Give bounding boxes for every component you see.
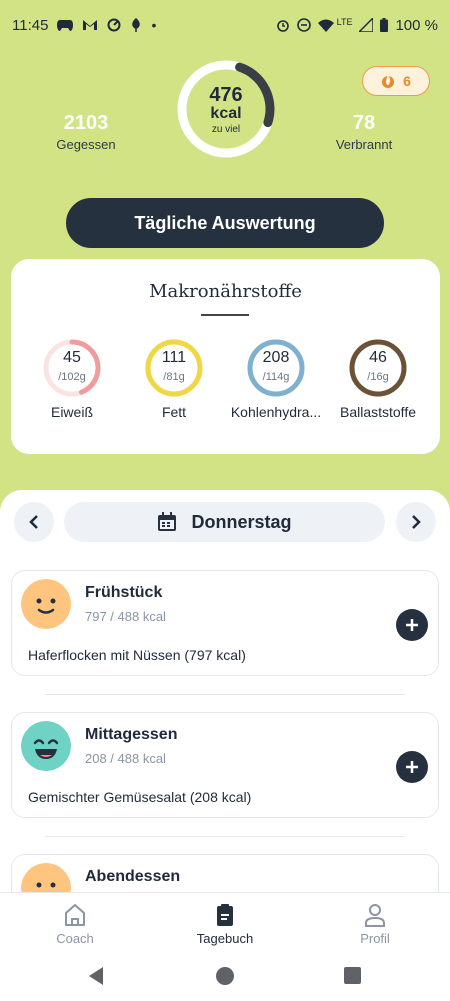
day-navigator: Donnerstag — [0, 502, 450, 542]
person-icon — [365, 904, 385, 927]
plus-icon — [406, 761, 418, 773]
calendar-icon — [158, 512, 177, 531]
game-controller-icon — [57, 20, 74, 31]
battery-icon — [380, 18, 389, 32]
carbs-value: 208 — [262, 349, 290, 366]
tab-profile[interactable]: Profil — [320, 903, 430, 946]
wifi-icon — [317, 19, 334, 32]
battery-level: 100 % — [395, 16, 438, 34]
day-selector[interactable]: Donnerstag — [64, 502, 385, 542]
calorie-note: zu viel — [211, 123, 241, 135]
meal-card-breakfast[interactable]: Frühstück 797 / 488 kcal Haferflocken mi… — [11, 570, 439, 676]
chevron-left-icon — [29, 515, 38, 529]
gmail-icon — [83, 20, 98, 30]
meal-food-item: Gemischter Gemüsesalat (208 kcal) — [28, 789, 252, 805]
meal-kcal: 797 / 488 kcal — [85, 609, 166, 624]
tab-diary[interactable]: Tagebuch — [170, 903, 280, 946]
meal-kcal: 208 / 488 kcal — [85, 751, 166, 766]
macros-title: Makronährstoffe — [149, 281, 302, 302]
tab-diary-label: Tagebuch — [196, 931, 254, 946]
add-breakfast-button[interactable] — [396, 609, 428, 641]
fat-goal: /81g — [163, 371, 185, 383]
fiber-label: Ballaststoffe — [339, 404, 416, 420]
next-day-button[interactable] — [396, 502, 436, 542]
macro-protein[interactable]: 45 /102g Eiweiß — [22, 339, 122, 420]
carbs-label: Kohlenhydra... — [230, 404, 322, 420]
meal-card-lunch[interactable]: Mittagessen 208 / 488 kcal Gemischter Ge… — [11, 712, 439, 818]
macro-fiber[interactable]: 46 /16g Ballaststoffe — [328, 339, 428, 420]
calorie-value: 476 — [209, 83, 243, 106]
tab-profile-label: Profil — [360, 931, 390, 946]
home-circle-icon[interactable] — [215, 966, 235, 986]
meal-name: Mittagessen — [85, 726, 178, 743]
macro-fat[interactable]: 111 /81g Fett — [124, 339, 224, 420]
leaf-icon — [132, 18, 141, 32]
burned-label: Verbrannt — [335, 137, 393, 152]
meal-name: Abendessen — [85, 868, 181, 885]
recents-icon[interactable] — [344, 967, 361, 984]
chevron-right-icon — [412, 515, 421, 529]
network-type: LTE — [336, 17, 353, 27]
eaten-label: Gegessen — [56, 137, 116, 152]
fiber-value: 46 — [369, 349, 387, 366]
protein-goal: /102g — [58, 371, 86, 383]
status-time: 11:45 — [12, 16, 49, 34]
clipboard-icon — [217, 904, 233, 926]
meal-name: Frühstück — [85, 584, 163, 601]
daily-evaluation-button[interactable]: Tägliche Auswertung — [66, 198, 384, 248]
tab-coach[interactable]: Coach — [20, 903, 130, 946]
do-not-disturb-icon — [296, 18, 311, 32]
carbs-goal: /114g — [262, 371, 290, 383]
title-underline — [201, 314, 249, 316]
macronutrients-card[interactable]: Makronährstoffe 45 /102g Eiweiß 111 /81g… — [11, 259, 440, 454]
burned-stat: 78 Verbrannt — [326, 112, 402, 152]
day-label: Donnerstag — [191, 511, 292, 532]
fat-value: 111 — [161, 349, 187, 366]
bottom-navigation: Coach Tagebuch Profil — [0, 892, 450, 954]
sync-icon — [107, 18, 121, 32]
back-icon[interactable] — [87, 966, 105, 986]
calorie-unit: kcal — [210, 104, 242, 122]
tab-coach-label: Coach — [56, 931, 94, 946]
fiber-ring — [349, 339, 407, 397]
notification-dot-icon: • — [151, 17, 157, 33]
status-bar: 11:45 • LTE 100 % — [0, 0, 450, 50]
add-lunch-button[interactable] — [396, 751, 428, 783]
home-icon — [65, 904, 85, 926]
fat-ring — [145, 339, 203, 397]
signal-icon — [359, 18, 374, 32]
fat-label: Fett — [161, 404, 187, 420]
meal-divider — [45, 694, 405, 695]
streak-count: 6 — [403, 73, 411, 89]
system-navigation-bar — [0, 954, 450, 1001]
calorie-ring-label: 476 kcal zu viel — [175, 58, 277, 160]
breakfast-smiley-icon — [21, 579, 71, 629]
streak-badge[interactable]: 6 — [362, 66, 430, 96]
protein-label: Eiweiß — [50, 404, 93, 420]
meal-divider — [45, 836, 405, 837]
eaten-stat: 2103 Gegessen — [50, 112, 122, 152]
protein-value: 45 — [63, 349, 81, 366]
eaten-value: 2103 — [63, 112, 109, 134]
plus-icon — [406, 619, 418, 631]
previous-day-button[interactable] — [14, 502, 54, 542]
protein-ring — [43, 339, 101, 397]
lunch-laughing-icon — [21, 721, 71, 771]
meal-food-item: Haferflocken mit Nüssen (797 kcal) — [28, 647, 246, 663]
macro-carbs[interactable]: 208 /114g Kohlenhydra... — [226, 339, 326, 420]
alarm-icon — [276, 20, 289, 32]
burned-value: 78 — [352, 112, 376, 134]
flame-icon — [382, 75, 395, 88]
fiber-goal: /16g — [367, 371, 389, 383]
carbs-ring — [247, 339, 305, 397]
